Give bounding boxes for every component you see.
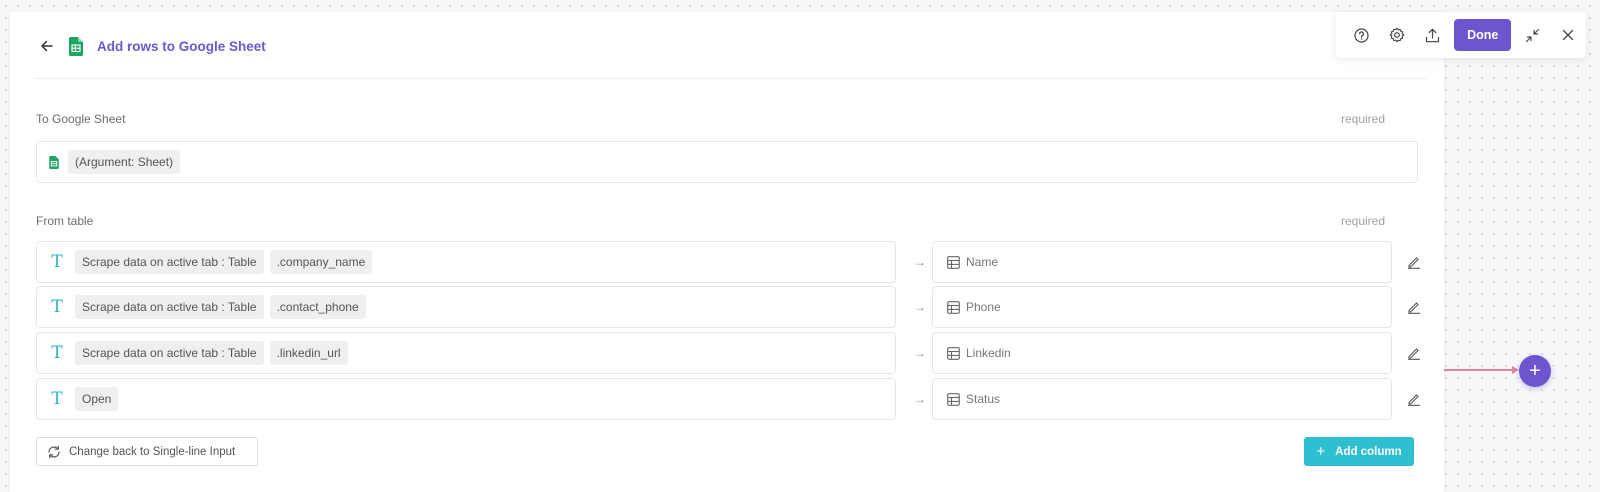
refresh-icon bbox=[48, 445, 60, 458]
question-circle-icon bbox=[1354, 27, 1369, 43]
settings-button[interactable] bbox=[1379, 20, 1414, 50]
source-input-company-name[interactable]: T Scrape data on active tab : Table .com… bbox=[36, 241, 896, 283]
column-ref-chip: .company_name bbox=[269, 250, 373, 274]
step-toolbar: Done bbox=[1336, 12, 1586, 58]
add-step-button[interactable]: + bbox=[1519, 355, 1551, 387]
close-icon bbox=[1563, 29, 1574, 41]
google-sheets-icon bbox=[69, 36, 83, 56]
add-column-button[interactable]: + Add column bbox=[1304, 437, 1414, 466]
gear-icon bbox=[1389, 27, 1405, 43]
plus-icon: + bbox=[1529, 359, 1541, 382]
arrow-left-icon bbox=[41, 40, 53, 52]
edit-row-button[interactable] bbox=[1403, 296, 1425, 318]
column-ref-chip: .linkedin_url bbox=[269, 341, 348, 365]
table-icon bbox=[947, 392, 960, 406]
header-divider bbox=[34, 78, 1426, 79]
pencil-icon bbox=[1408, 257, 1420, 269]
table-icon bbox=[947, 300, 960, 314]
text-type-icon: T bbox=[51, 251, 63, 272]
source-chip: Open bbox=[75, 387, 119, 411]
google-sheets-icon bbox=[49, 155, 59, 169]
minimize-icon bbox=[1526, 28, 1540, 42]
flow-connector-line bbox=[1444, 369, 1516, 371]
collapse-button[interactable] bbox=[1515, 20, 1550, 50]
edit-row-button[interactable] bbox=[1403, 251, 1425, 273]
target-column-label: Linkedin bbox=[966, 346, 1011, 360]
sheet-field-label: To Google Sheet bbox=[36, 112, 126, 126]
mapping-arrow: → bbox=[914, 392, 926, 406]
upload-icon bbox=[1425, 28, 1440, 42]
source-chip: Scrape data on active tab : Table bbox=[75, 341, 264, 365]
text-type-icon: T bbox=[51, 388, 63, 409]
table-icon bbox=[947, 346, 960, 360]
mapping-arrow: → bbox=[914, 346, 926, 360]
edit-row-button[interactable] bbox=[1403, 342, 1425, 364]
sheet-input[interactable]: (Argument: Sheet) bbox=[36, 141, 1418, 183]
table-field-required: required bbox=[1341, 214, 1386, 228]
source-chip: Scrape data on active tab : Table bbox=[75, 295, 264, 319]
add-column-label: Add column bbox=[1335, 445, 1402, 458]
mapping-arrow: → bbox=[914, 300, 926, 314]
pencil-icon bbox=[1408, 394, 1420, 406]
back-button[interactable] bbox=[33, 32, 61, 60]
change-to-single-line-button[interactable]: Change back to Single-line Input bbox=[36, 437, 258, 466]
change-button-label: Change back to Single-line Input bbox=[69, 445, 236, 458]
source-input-contact-phone[interactable]: T Scrape data on active tab : Table .con… bbox=[36, 286, 896, 328]
export-button[interactable] bbox=[1415, 20, 1450, 50]
flow-connector-arrowhead bbox=[1512, 366, 1519, 374]
table-field-label: From table bbox=[36, 214, 94, 228]
help-button[interactable] bbox=[1344, 20, 1379, 50]
panel-header: Add rows to Google Sheet bbox=[33, 26, 1444, 66]
target-column-status[interactable]: Status bbox=[932, 378, 1392, 420]
target-column-label: Status bbox=[966, 392, 1001, 406]
source-input-linkedin-url[interactable]: T Scrape data on active tab : Table .lin… bbox=[36, 332, 896, 374]
pencil-icon bbox=[1408, 348, 1420, 360]
source-chip: Scrape data on active tab : Table bbox=[75, 250, 264, 274]
target-column-label: Phone bbox=[966, 300, 1001, 314]
target-column-name[interactable]: Name bbox=[932, 241, 1392, 283]
done-button[interactable]: Done bbox=[1454, 19, 1512, 51]
close-button[interactable] bbox=[1551, 20, 1586, 50]
plus-icon: + bbox=[1316, 443, 1326, 460]
target-column-phone[interactable]: Phone bbox=[932, 286, 1392, 328]
text-type-icon: T bbox=[51, 342, 63, 363]
source-input-status[interactable]: T Open bbox=[36, 378, 896, 420]
step-editor-panel: Add rows to Google Sheet To Google Sheet… bbox=[10, 12, 1444, 492]
sheet-field-required: required bbox=[1341, 112, 1386, 126]
target-column-label: Name bbox=[966, 255, 999, 269]
mapping-arrow: → bbox=[914, 255, 926, 269]
sheet-argument-chip: (Argument: Sheet) bbox=[68, 150, 181, 174]
page-title: Add rows to Google Sheet bbox=[97, 38, 266, 54]
text-type-icon: T bbox=[51, 296, 63, 317]
pencil-icon bbox=[1408, 302, 1420, 314]
table-icon bbox=[947, 255, 960, 269]
target-column-linkedin[interactable]: Linkedin bbox=[932, 332, 1392, 374]
edit-row-button[interactable] bbox=[1403, 388, 1425, 410]
column-ref-chip: .contact_phone bbox=[269, 295, 366, 319]
